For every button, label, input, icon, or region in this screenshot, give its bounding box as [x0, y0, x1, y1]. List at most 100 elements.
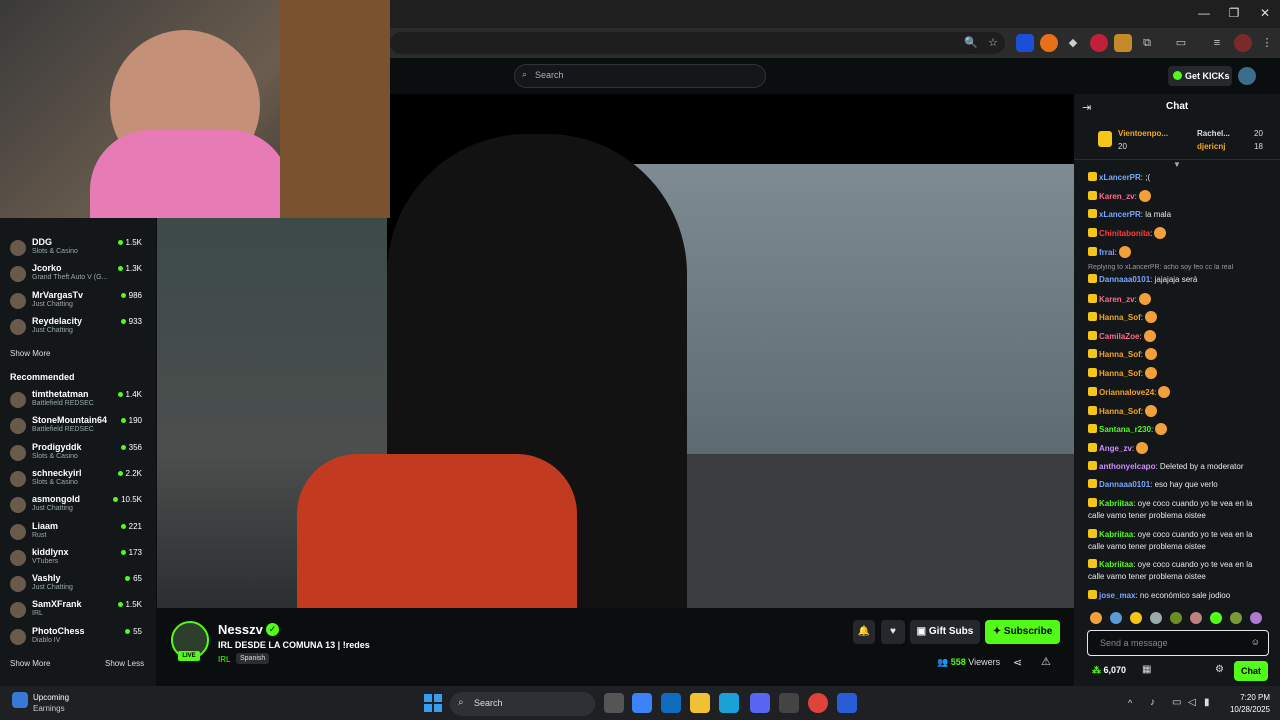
close-button[interactable]: ✕ — [1256, 6, 1274, 22]
gift-subs-button[interactable]: ▣ Gift Subs — [910, 620, 980, 644]
puzzle-icon[interactable]: ⧉ — [1138, 34, 1156, 52]
emote-icon[interactable] — [1230, 612, 1242, 624]
chat-username[interactable]: xLancerPR — [1099, 173, 1141, 182]
emote-icon[interactable] — [1110, 612, 1122, 624]
windows-start-icon[interactable] — [424, 694, 442, 712]
search-input[interactable]: ⌕ Search — [514, 64, 766, 88]
taskbar-search-box[interactable]: ⌕ Search — [450, 692, 595, 716]
extension-icon[interactable] — [1016, 34, 1034, 52]
microphone-icon[interactable]: ♪ — [1150, 697, 1155, 708]
chrome-icon[interactable] — [808, 693, 828, 713]
emote-icon[interactable] — [1170, 612, 1182, 624]
chat-username[interactable]: Kabriitaa — [1099, 499, 1133, 508]
chat-message-input[interactable]: Send a message ☺ — [1087, 630, 1269, 656]
sidebar-channel-row[interactable]: Liaam Rust 221 — [10, 521, 150, 547]
subscribe-button[interactable]: ✦ Subscribe — [985, 620, 1060, 644]
emoji-icon[interactable]: ☺ — [1251, 637, 1260, 647]
bookmark-star-icon[interactable]: ☆ — [984, 34, 1002, 52]
user-avatar[interactable] — [1238, 67, 1256, 85]
emote-icon[interactable] — [1190, 612, 1202, 624]
language-tag[interactable]: Spanish — [236, 653, 270, 664]
top-gifter-name[interactable]: Vientoenpo... — [1118, 129, 1168, 138]
streamer-name[interactable]: Nesszv — [218, 622, 263, 637]
gifter-name[interactable]: djericnj — [1197, 142, 1225, 151]
collapse-chat-icon[interactable]: ⇥ — [1082, 101, 1091, 114]
chat-username[interactable]: Hanna_Sof — [1099, 369, 1141, 378]
sidebar-channel-row[interactable]: MrVargasTv Just Chatting 986 — [10, 290, 150, 316]
menu-kebab-icon[interactable]: ⋮ — [1258, 34, 1276, 52]
calendar-icon[interactable]: ▦ — [1142, 664, 1151, 675]
widget-title[interactable]: Upcoming — [33, 693, 69, 702]
edge-icon[interactable] — [719, 693, 739, 713]
emote-icon[interactable] — [1210, 612, 1222, 624]
notification-bell-button[interactable]: 🔔 — [853, 620, 875, 644]
sidebar-channel-row[interactable]: Jcorko Grand Theft Auto V (G... 1.3K — [10, 263, 150, 289]
sidebar-channel-row[interactable]: DDG Slots & Casino 1.5K — [10, 237, 150, 263]
send-chat-button[interactable]: Chat — [1234, 661, 1268, 681]
app-icon[interactable] — [837, 693, 857, 713]
app-icon[interactable] — [779, 693, 799, 713]
sidebar-channel-row[interactable]: PhotoChess Diablo IV 55 — [10, 626, 150, 652]
expand-chevron-icon[interactable]: ▼ — [1173, 160, 1181, 169]
file-explorer-icon[interactable] — [690, 693, 710, 713]
chat-username[interactable]: Karen_zv — [1099, 295, 1135, 304]
chat-username[interactable]: Karen_zv — [1099, 192, 1135, 201]
chat-username[interactable]: Kabriitaa — [1099, 560, 1133, 569]
profile-avatar[interactable] — [1234, 34, 1252, 52]
tray-chevron-icon[interactable]: ^ — [1128, 698, 1132, 708]
share-icon[interactable]: ⋖ — [1013, 656, 1022, 669]
emote-icon[interactable] — [1130, 612, 1142, 624]
clock-date[interactable]: 10/28/2025 — [1222, 705, 1270, 714]
sidebar-channel-row[interactable]: Reydelacity Just Chatting 933 — [10, 316, 150, 342]
chat-username[interactable]: Kabriitaa — [1099, 530, 1133, 539]
chat-username[interactable]: frrai — [1099, 248, 1115, 257]
chat-username[interactable]: xLancerPR — [1099, 210, 1141, 219]
extension-icon[interactable] — [1040, 34, 1058, 52]
stream-category[interactable]: IRL — [218, 655, 230, 664]
clock-time[interactable]: 7:20 PM — [1226, 693, 1270, 702]
emote-icon[interactable] — [1250, 612, 1262, 624]
get-kicks-button[interactable]: Get KICKs — [1168, 66, 1232, 86]
chat-username[interactable]: CamilaZoe — [1099, 332, 1139, 341]
battery-icon[interactable]: ▮ — [1204, 697, 1210, 708]
weather-widget-icon[interactable] — [12, 692, 28, 708]
extension-icon[interactable] — [1090, 34, 1108, 52]
sidebar-channel-row[interactable]: schneckyirl Slots & Casino 2.2K — [10, 468, 150, 494]
emote-icon[interactable] — [1150, 612, 1162, 624]
split-view-icon[interactable]: ▭ — [1172, 34, 1190, 52]
sidebar-channel-row[interactable]: SamXFrank IRL 1.5K — [10, 599, 150, 625]
outlook-icon[interactable] — [661, 693, 681, 713]
chat-username[interactable]: Oriannalove24 — [1099, 388, 1154, 397]
network-icon[interactable]: ▭ — [1172, 697, 1181, 708]
chat-username[interactable]: Hanna_Sof — [1099, 350, 1141, 359]
sidebar-channel-row[interactable]: Prodigyddk Slots & Casino 356 — [10, 442, 150, 468]
emote-icon[interactable] — [1090, 612, 1102, 624]
sidebar-channel-row[interactable]: asmongold Just Chatting 10.5K — [10, 494, 150, 520]
gifter-name[interactable]: Rachel... — [1197, 129, 1230, 138]
kicks-balance[interactable]: ⁂ 6,070 — [1092, 665, 1126, 676]
extension-icon[interactable]: ◆ — [1064, 34, 1082, 52]
media-icon[interactable]: ≡ — [1208, 34, 1226, 52]
chat-username[interactable]: Dannaaa0101 — [1099, 275, 1150, 284]
minimize-button[interactable]: — — [1195, 6, 1213, 22]
extension-icon[interactable] — [1114, 34, 1132, 52]
show-more-link[interactable]: Show More — [10, 349, 50, 358]
report-warning-icon[interactable]: ⚠ — [1041, 655, 1051, 668]
chat-username[interactable]: Hanna_Sof — [1099, 313, 1141, 322]
chat-username[interactable]: jose_max — [1099, 591, 1135, 600]
zoom-icon[interactable]: 🔍 — [962, 34, 980, 52]
task-view-icon[interactable] — [604, 693, 624, 713]
restore-button[interactable]: ❐ — [1225, 6, 1243, 22]
show-less-link[interactable]: Show Less — [105, 659, 144, 668]
sidebar-channel-row[interactable]: kiddlynx VTubers 173 — [10, 547, 150, 573]
follow-heart-button[interactable]: ♥ — [881, 620, 905, 644]
chat-username[interactable]: Hanna_Sof — [1099, 407, 1141, 416]
chat-username[interactable]: Santana_r230 — [1099, 425, 1151, 434]
settings-gear-icon[interactable]: ⚙ — [1215, 664, 1224, 675]
chat-username[interactable]: Ange_zv — [1099, 444, 1132, 453]
copilot-icon[interactable] — [632, 693, 652, 713]
sidebar-channel-row[interactable]: StoneMountain64 Battlefield REDSEC 190 — [10, 415, 150, 441]
chat-username[interactable]: Dannaaa0101 — [1099, 480, 1150, 489]
chat-username[interactable]: Chinitabonita — [1099, 229, 1150, 238]
address-bar[interactable] — [390, 32, 1005, 54]
